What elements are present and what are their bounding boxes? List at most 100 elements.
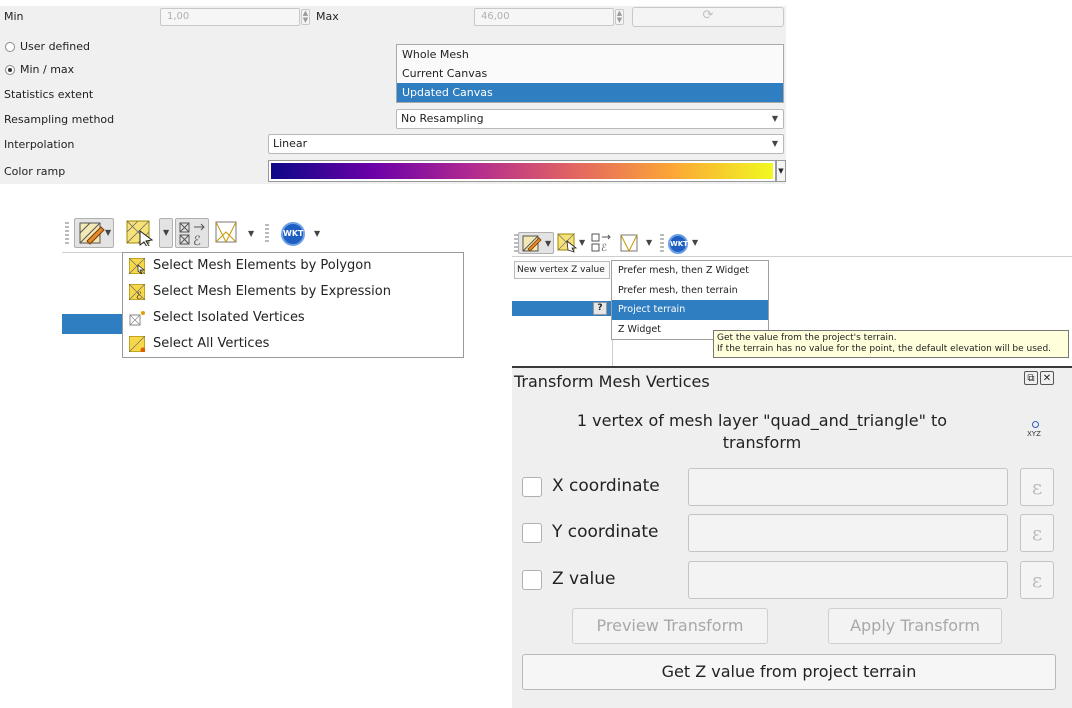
- force-by-lines-button[interactable]: [212, 218, 240, 248]
- help-icon[interactable]: ?: [593, 302, 607, 315]
- resampling-label: Resampling method: [4, 113, 115, 126]
- min-input[interactable]: 1,00: [160, 8, 300, 26]
- select-expression-icon: ℰ: [129, 284, 145, 300]
- min-max-label: Min / max: [20, 63, 75, 76]
- x-expression-button[interactable]: ε: [1020, 468, 1054, 506]
- menu-item-prefer-mesh-terrain[interactable]: Prefer mesh, then terrain: [612, 281, 768, 301]
- color-ramp-button[interactable]: [268, 160, 776, 182]
- toolbar-separator: [512, 256, 1072, 257]
- select-mesh-icon: [126, 220, 154, 246]
- z-value-input[interactable]: [688, 561, 1008, 599]
- z-value-label: Z value: [552, 569, 616, 589]
- y-expression-button[interactable]: ε: [1020, 514, 1054, 552]
- transform-vertices-icon: ℰ: [591, 233, 611, 253]
- interpolation-value: Linear: [273, 137, 308, 150]
- digitize-mesh-button-small[interactable]: ▼: [518, 232, 554, 254]
- select-polygon-icon: [129, 258, 145, 274]
- vertex-dot: [1032, 421, 1039, 428]
- menu-item-select-all-vertices[interactable]: Select All Vertices: [123, 331, 463, 357]
- edit-mesh-icon: [522, 235, 542, 252]
- min-stepper[interactable]: ▲ ▼: [301, 9, 310, 25]
- chevron-down-icon[interactable]: ▼: [646, 238, 652, 247]
- color-ramp-gradient: [271, 163, 773, 179]
- float-icon[interactable]: ⧉: [1024, 371, 1038, 385]
- z-value-checkbox[interactable]: [522, 570, 542, 590]
- max-input[interactable]: 46,00: [474, 8, 614, 26]
- dock-title: Transform Mesh Vertices: [514, 372, 710, 391]
- x-coordinate-checkbox[interactable]: [522, 477, 542, 497]
- option-current-canvas[interactable]: Current Canvas: [397, 64, 783, 83]
- toolbar-grip[interactable]: [265, 224, 269, 244]
- select-dropdown-button[interactable]: ▼: [159, 218, 173, 248]
- chevron-down-icon[interactable]: ▼: [248, 229, 254, 238]
- chevron-down-icon: ▼: [771, 114, 778, 123]
- select-mesh-menu: Select Mesh Elements by Polygon ℰ Select…: [122, 252, 464, 358]
- transform-mesh-vertices-dock: Transform Mesh Vertices ⧉ ✕ 1 vertex of …: [512, 366, 1072, 708]
- menu-item-select-by-expression[interactable]: ℰ Select Mesh Elements by Expression: [123, 279, 463, 305]
- chevron-down-icon: ▼: [545, 239, 552, 248]
- color-ramp-menu-button[interactable]: ▼: [776, 160, 786, 182]
- toolbar-grip[interactable]: [660, 234, 664, 252]
- chevron-down-icon: ▼: [163, 228, 170, 237]
- preview-transform-button[interactable]: Preview Transform: [572, 608, 768, 644]
- interpolation-label: Interpolation: [4, 138, 75, 151]
- menu-item-label: Select All Vertices: [153, 336, 270, 351]
- y-coordinate-label: Y coordinate: [552, 522, 659, 542]
- z-value-menu: Prefer mesh, then Z Widget Prefer mesh, …: [611, 260, 769, 340]
- toolbar-grip[interactable]: [65, 222, 69, 244]
- mesh-triangle-icon: [215, 221, 237, 244]
- dock-top-border: [512, 366, 1072, 368]
- isolated-vertices-icon: [129, 311, 145, 326]
- edit-mesh-icon: [79, 222, 105, 245]
- color-ramp-label: Color ramp: [4, 165, 66, 178]
- z-expression-button[interactable]: ε: [1020, 561, 1054, 599]
- mesh-toolbar-area: ▼ ▼ ℰ ▼ WKT ▼ Select Mesh Elements by Po…: [62, 214, 464, 360]
- interpolation-combo[interactable]: Linear ▼: [268, 134, 784, 154]
- option-whole-mesh[interactable]: Whole Mesh: [397, 45, 783, 64]
- max-stepper[interactable]: ▲ ▼: [615, 9, 624, 25]
- vertex-info-text: 1 vertex of mesh layer "quad_and_triangl…: [532, 410, 992, 454]
- info-line: transform: [722, 433, 802, 452]
- close-icon[interactable]: ✕: [1040, 371, 1054, 385]
- transform-vertices-button[interactable]: ℰ: [175, 218, 209, 248]
- refresh-icon[interactable]: ⟳: [632, 7, 784, 27]
- max-label: Max: [316, 10, 339, 23]
- svg-text:ℰ: ℰ: [136, 291, 142, 300]
- mesh-triangle-icon: [620, 234, 638, 253]
- user-defined-label: User defined: [20, 40, 90, 53]
- radio-min-max[interactable]: [5, 65, 15, 75]
- new-vertex-z-button[interactable]: New vertex Z value: [514, 261, 610, 279]
- wkt-icon[interactable]: WKT: [668, 234, 688, 254]
- menu-item-select-isolated-vertices[interactable]: Select Isolated Vertices: [123, 305, 463, 331]
- menu-item-label: Select Mesh Elements by Expression: [153, 284, 391, 299]
- xyz-icon: XYZ: [1026, 421, 1048, 445]
- chevron-down-icon[interactable]: ▼: [692, 238, 698, 247]
- chevron-down-icon: ▼: [771, 139, 778, 148]
- y-coordinate-checkbox[interactable]: [522, 523, 542, 543]
- get-z-from-terrain-button[interactable]: Get Z value from project terrain: [522, 654, 1056, 690]
- selected-row-highlight: [62, 314, 124, 334]
- radio-user-defined[interactable]: [5, 42, 15, 52]
- menu-item-prefer-mesh-z-widget[interactable]: Prefer mesh, then Z Widget: [612, 261, 768, 281]
- resampling-combo[interactable]: No Resampling ▼: [396, 109, 784, 129]
- select-mesh-elements-button-small[interactable]: ▼: [556, 232, 586, 254]
- wkt-icon[interactable]: WKT: [281, 222, 305, 246]
- statistics-extent-dropdown[interactable]: Whole Mesh Current Canvas Updated Canvas: [396, 44, 784, 103]
- select-mesh-elements-button[interactable]: [124, 218, 164, 248]
- tooltip-line: Get the value from the project's terrain…: [717, 333, 897, 343]
- z-value-area: ▼ ▼ ℰ ▼ WKT ▼ New vertex Z value ? Prefe…: [512, 226, 1072, 366]
- transform-vertices-icon: ℰ: [179, 222, 205, 247]
- option-updated-canvas[interactable]: Updated Canvas: [397, 83, 783, 102]
- apply-transform-button[interactable]: Apply Transform: [828, 608, 1002, 644]
- chevron-down-icon: ▼: [105, 228, 112, 237]
- chevron-down-icon[interactable]: ▼: [314, 229, 320, 238]
- menu-item-project-terrain[interactable]: Project terrain: [612, 300, 768, 320]
- y-coordinate-input[interactable]: [688, 514, 1008, 552]
- force-by-lines-button-small[interactable]: [618, 232, 642, 254]
- x-coordinate-input[interactable]: [688, 468, 1008, 506]
- digitize-mesh-button[interactable]: ▼: [74, 218, 114, 248]
- statistics-extent-label: Statistics extent: [4, 88, 94, 101]
- transform-vertices-button-small[interactable]: ℰ: [590, 232, 614, 254]
- menu-item-select-by-polygon[interactable]: Select Mesh Elements by Polygon: [123, 253, 463, 279]
- min-label: Min: [4, 10, 24, 23]
